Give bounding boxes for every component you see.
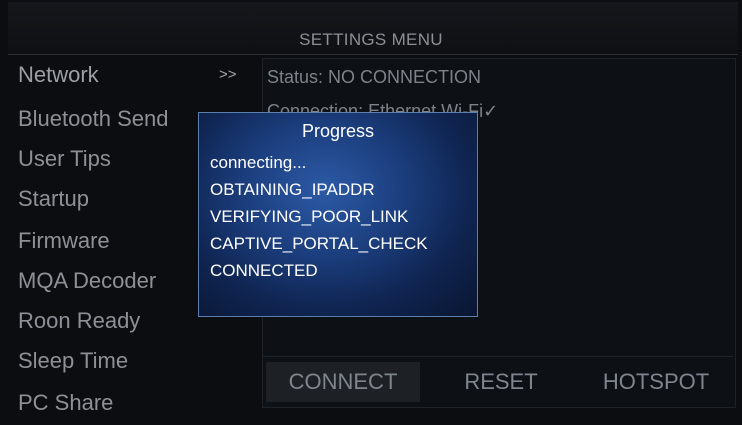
- page-title: SETTINGS MENU: [299, 30, 443, 49]
- progress-line-captive-portal-check: CAPTIVE_PORTAL_CHECK: [210, 234, 428, 253]
- sidebar-item-startup[interactable]: Startup: [18, 186, 89, 212]
- chevron-right-icon: >>: [219, 66, 237, 83]
- sidebar-item-sleep-time[interactable]: Sleep Time: [18, 348, 128, 374]
- sidebar-item-mqa-decoder[interactable]: MQA Decoder: [18, 268, 156, 294]
- progress-dialog-title: Progress: [301, 121, 375, 141]
- sidebar-item-bluetooth-send[interactable]: Bluetooth Send: [18, 106, 168, 132]
- sidebar-item-pc-share[interactable]: PC Share: [18, 390, 113, 416]
- progress-dialog: Progress connecting... OBTAINING_IPADDR …: [198, 112, 478, 317]
- progress-line-connected: CONNECTED: [210, 261, 318, 280]
- button-divider: [263, 356, 733, 357]
- progress-line-verifying-poor-link: VERIFYING_POOR_LINK: [210, 207, 409, 226]
- settings-screen: SETTINGS MENU Network >> Bluetooth Send …: [0, 0, 742, 425]
- sidebar-item-roon-ready[interactable]: Roon Ready: [18, 308, 140, 334]
- progress-line-obtaining-ipaddr: OBTAINING_IPADDR: [210, 180, 375, 199]
- progress-line-connecting: connecting...: [210, 153, 307, 172]
- hotspot-button[interactable]: HOTSPOT: [586, 362, 726, 402]
- sidebar-item-user-tips[interactable]: User Tips: [18, 146, 111, 172]
- status-text: Status: NO CONNECTION: [267, 67, 482, 87]
- connect-button[interactable]: CONNECT: [266, 362, 420, 402]
- sidebar-item-firmware[interactable]: Firmware: [18, 228, 110, 254]
- sidebar-item-network[interactable]: Network: [18, 62, 99, 88]
- reset-button[interactable]: RESET: [446, 362, 556, 402]
